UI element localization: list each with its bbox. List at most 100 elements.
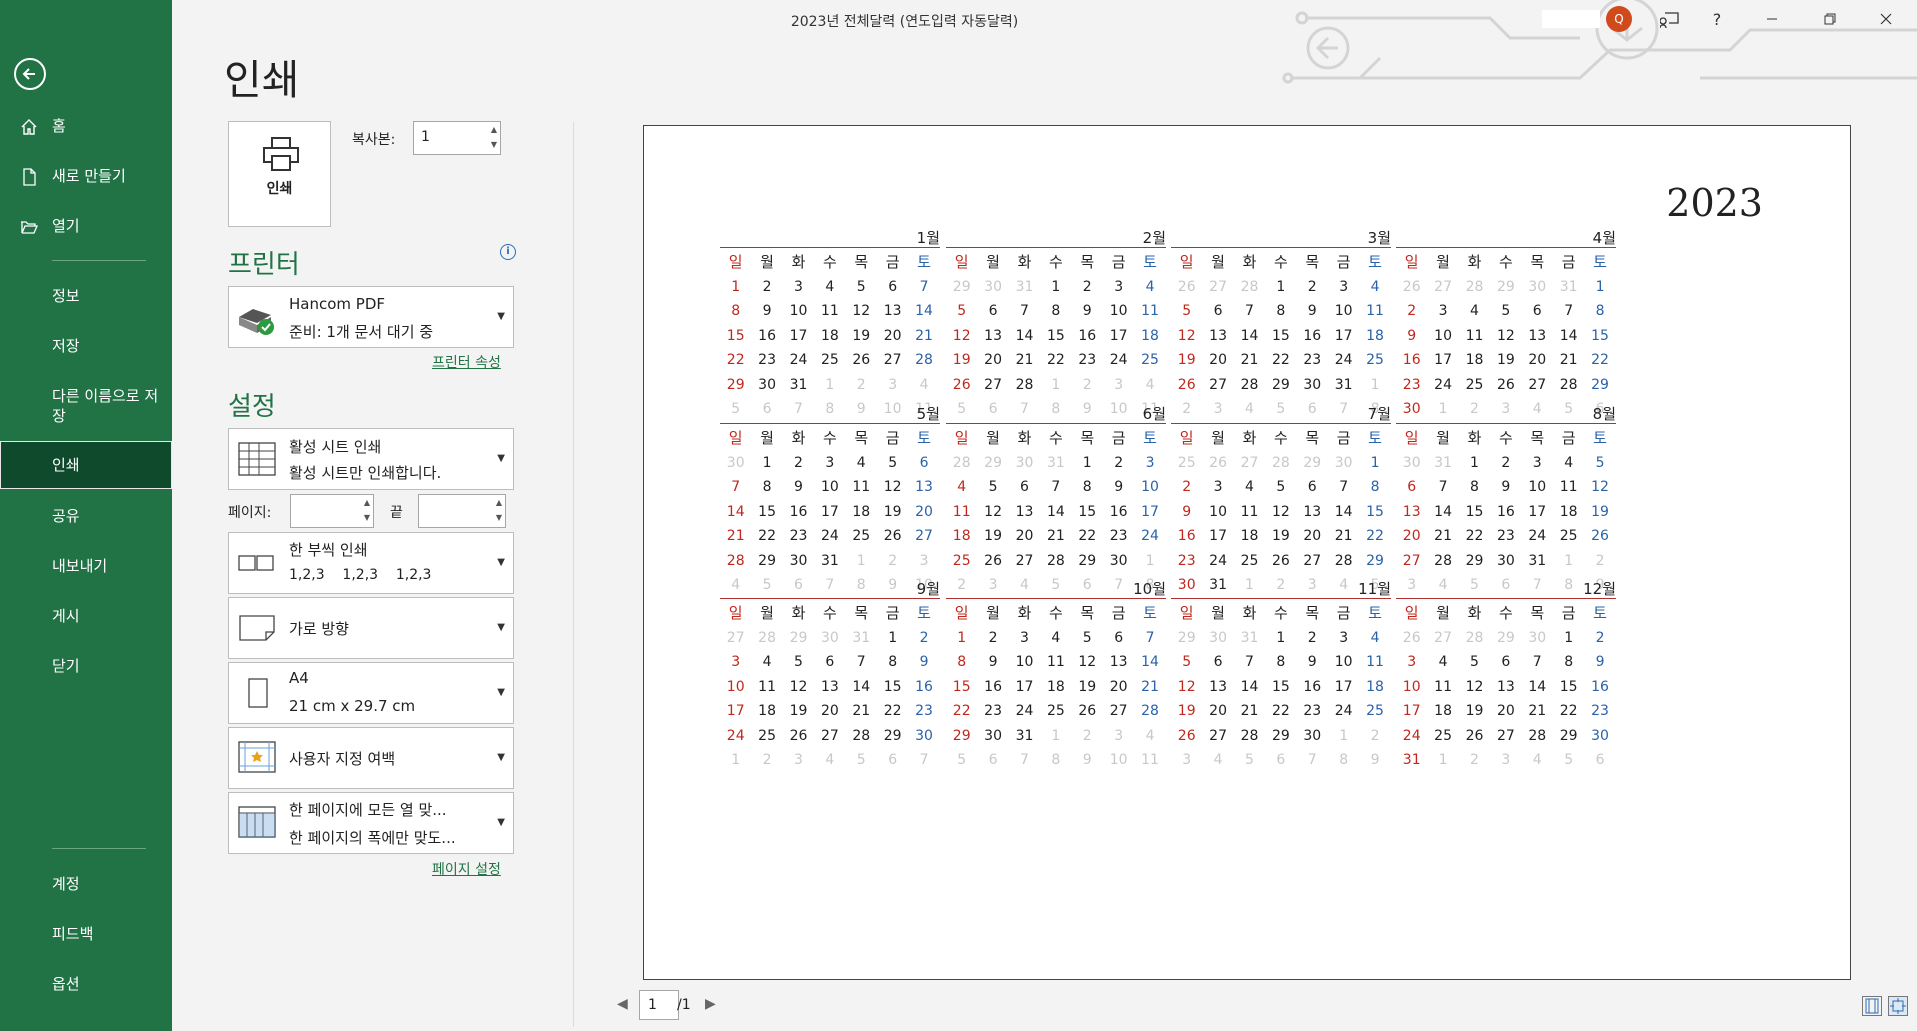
show-margins-button[interactable] [1862, 996, 1882, 1016]
spin-up-icon[interactable]: ▲ [491, 125, 497, 134]
nav-save-as[interactable]: 다른 이름으로 저장 [0, 386, 160, 426]
nav-share[interactable]: 공유 [0, 506, 172, 526]
weekday-header: 일 [1179, 429, 1194, 447]
close-window-button[interactable] [1866, 4, 1906, 34]
calendar-day: 9 [1307, 303, 1317, 319]
coauthoring-button[interactable] [1650, 4, 1690, 34]
weekday-header: 월 [986, 253, 1000, 271]
adjacent-month-day: 7 [919, 752, 929, 768]
adjacent-month-day: 5 [856, 752, 866, 768]
calendar-day: 19 [984, 528, 1002, 544]
weekday-header: 월 [1211, 253, 1225, 271]
calendar-day: 15 [1271, 678, 1290, 695]
help-button[interactable]: ? [1697, 4, 1737, 34]
minimize-button[interactable] [1752, 4, 1792, 34]
nav-open[interactable]: 열기 [0, 216, 172, 236]
weekday-header: 월 [1436, 253, 1450, 271]
calendar-day: 24 [1334, 703, 1353, 719]
nav-account[interactable]: 계정 [0, 874, 172, 894]
adjacent-month-day: 2 [1470, 401, 1479, 417]
landscape-page-icon [239, 615, 275, 641]
calendar-year: 2023 [1666, 181, 1763, 225]
calendar-day: 31 [1334, 376, 1353, 393]
calendar-day: 25 [1366, 352, 1384, 368]
weekday-header: 화 [1467, 429, 1482, 447]
adjacent-month-day: 4 [731, 577, 741, 593]
month-grid: 일 월 화 수 목 금 토 26 27 28 29 30 31 1 2 3 4 5 6 7 8 9 10 11 12 13 14 15… [1396, 250, 1616, 422]
calendar-day: 26 [952, 376, 971, 393]
spin-up-icon[interactable]: ▲ [496, 498, 502, 507]
calendar-day: 13 [1109, 654, 1128, 670]
copies-label: 복사본: [352, 132, 396, 148]
spin-down-icon[interactable]: ▼ [496, 513, 502, 522]
calendar-day: 18 [1559, 503, 1578, 520]
calendar-day: 12 [1591, 479, 1609, 495]
previous-page-icon[interactable]: ◀ [617, 996, 628, 1012]
pages-from-input[interactable]: ▲ ▼ [290, 494, 374, 528]
weekday-header: 토 [1593, 253, 1607, 271]
spin-down-icon[interactable]: ▼ [491, 140, 497, 149]
calendar-day: 14 [1334, 503, 1353, 520]
adjacent-month-day: 3 [1407, 577, 1417, 593]
nav-feedback[interactable]: 피드백 [0, 924, 172, 944]
nav-options[interactable]: 옵션 [0, 974, 172, 994]
pages-to-input[interactable]: ▲ ▼ [418, 494, 506, 528]
adjacent-month-day: 3 [1213, 401, 1223, 417]
nav-new[interactable]: 새로 만들기 [0, 166, 172, 186]
print-button[interactable]: 인쇄 [228, 121, 331, 227]
zoom-to-page-button[interactable] [1888, 996, 1908, 1016]
margins-select[interactable]: 사용자 지정 여백 ▼ [228, 727, 514, 789]
restore-button[interactable] [1810, 4, 1850, 34]
collate-select[interactable]: 한 부씩 인쇄 1,2,3 1,2,3 1,2,3 ▼ [228, 532, 514, 594]
calendar-day: 17 [1434, 352, 1452, 368]
calendar-day: 12 [1177, 327, 1196, 344]
paper-size-select[interactable]: A4 21 cm x 29.7 cm ▼ [228, 662, 514, 724]
calendar-day: 22 [726, 352, 745, 368]
back-button[interactable] [14, 58, 46, 90]
nav-save[interactable]: 저장 [0, 336, 172, 356]
spin-down-icon[interactable]: ▼ [364, 513, 370, 522]
calendar-day: 26 [1465, 727, 1484, 744]
calendar-day: 15 [1591, 327, 1609, 344]
nav-home[interactable]: 홈 [0, 116, 172, 136]
weekday-header: 월 [760, 604, 774, 622]
calendar-day: 2 [1307, 278, 1317, 295]
nav-close[interactable]: 닫기 [0, 656, 172, 676]
month-name: 1월 [916, 229, 940, 247]
calendar-day: 16 [758, 327, 776, 344]
account-avatar[interactable]: Q [1606, 6, 1632, 32]
orientation-select[interactable]: 가로 방향 ▼ [228, 597, 514, 659]
nav-print[interactable]: 인쇄 [0, 441, 172, 489]
printer-section-title: 프린터 [228, 250, 300, 280]
nav-publish[interactable]: 게시 [0, 606, 172, 626]
adjacent-month-day: 8 [1339, 752, 1349, 768]
adjacent-month-day: 6 [988, 401, 998, 417]
calendar-day: 13 [820, 678, 839, 695]
nav-info[interactable]: 정보 [0, 286, 172, 306]
chevron-down-icon: ▼ [497, 687, 505, 698]
calendar-day: 17 [1402, 703, 1421, 719]
calendar-day: 22 [1046, 352, 1065, 368]
print-scope-select[interactable]: 활성 시트 인쇄 활성 시트만 인쇄합니다. ▼ [228, 428, 514, 490]
account-name[interactable] [1542, 10, 1600, 28]
page-number-input[interactable]: 1 [639, 990, 679, 1020]
calendar-day: 14 [915, 303, 933, 319]
info-icon[interactable]: i [500, 244, 516, 260]
next-page-icon[interactable]: ▶ [705, 996, 716, 1012]
calendar-day: 7 [1145, 629, 1155, 646]
adjacent-month-day: 7 [825, 577, 835, 593]
adjacent-month-day: 31 [1015, 278, 1034, 295]
page-number-value: 1 [648, 997, 657, 1013]
page-setup-link[interactable]: 페이지 설정 [432, 859, 501, 879]
fit-columns-icon [238, 806, 276, 838]
printer-select[interactable]: Hancom PDF 준비: 1개 문서 대기 중 ▼ [228, 286, 514, 348]
printer-properties-link[interactable]: 프린터 속성 [432, 352, 501, 372]
calendar-day: 20 [1015, 528, 1034, 544]
copies-spinner[interactable]: 1 ▲ ▼ [413, 121, 501, 155]
scaling-select[interactable]: 한 페이지에 모든 열 맞... 한 페이지의 폭에만 맞도... ▼ [228, 792, 514, 854]
calendar-day: 19 [883, 503, 902, 520]
weekday-header: 목 [1080, 253, 1095, 271]
adjacent-month-day: 9 [1082, 752, 1092, 768]
nav-export[interactable]: 내보내기 [0, 556, 172, 576]
spin-up-icon[interactable]: ▲ [364, 498, 370, 507]
